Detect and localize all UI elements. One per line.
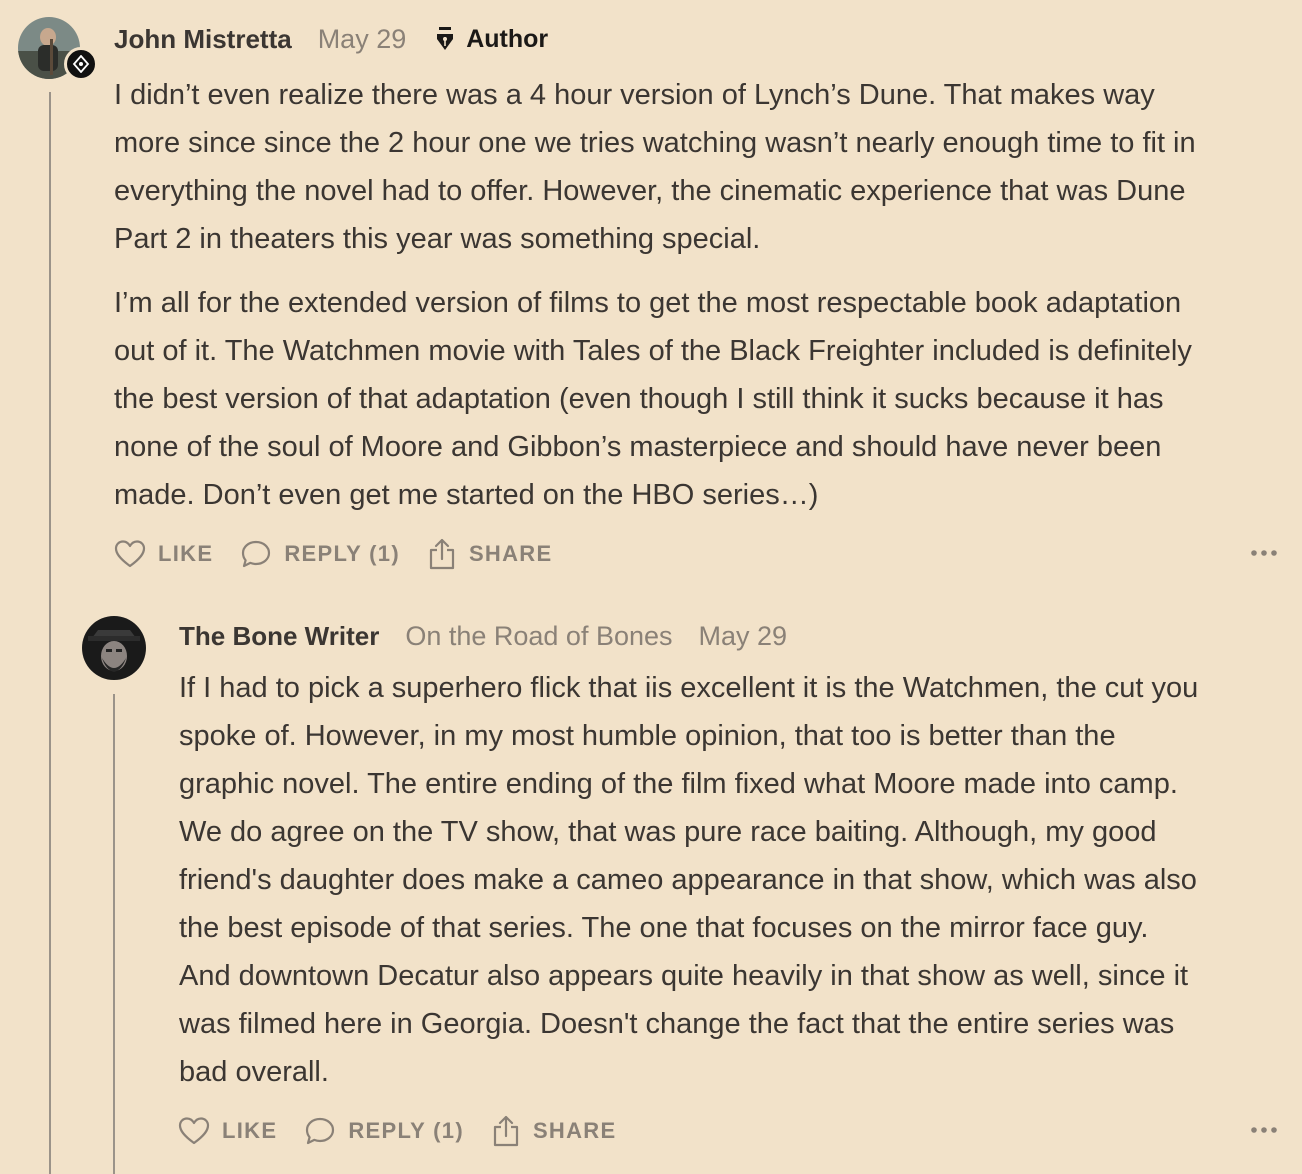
comment-date[interactable]: May 29 — [699, 621, 788, 652]
heart-icon — [178, 1117, 210, 1145]
comment-body: If I had to pick a superhero flick that … — [179, 664, 1198, 1096]
comment-line: friend's daughter does make a cameo appe… — [179, 864, 1197, 896]
share-label: SHARE — [468, 541, 553, 566]
like-label: LIKE — [158, 541, 214, 566]
comment-line: And downtown Decatur also appears quite … — [179, 960, 1189, 992]
reply-label: REPLY (1) — [348, 1118, 464, 1143]
like-button[interactable]: LIKE — [114, 539, 213, 569]
comment-line: none of the soul of Moore and Gibbon’s m… — [114, 431, 1162, 463]
more-dots-icon[interactable] — [1250, 1120, 1278, 1145]
comment-line: If I had to pick a superhero flick that … — [179, 672, 1199, 704]
like-button[interactable]: LIKE — [178, 1116, 277, 1146]
author-badge-label: Author — [466, 24, 549, 53]
comment-line: We do agree on the TV show, that was pur… — [179, 816, 1157, 848]
like-label: LIKE — [222, 1118, 278, 1143]
fountain-pen-nib-icon — [437, 27, 454, 50]
avatar[interactable] — [82, 616, 146, 680]
comment-line: was filmed here in Georgia. Doesn't chan… — [179, 1008, 1175, 1040]
comment-line: made. Don’t even get me started on the H… — [114, 479, 819, 511]
comment-line: more since since the 2 hour one we tries… — [114, 127, 1196, 159]
author-name[interactable]: John Mistretta — [114, 24, 292, 55]
author-badge-icon — [64, 47, 98, 81]
share-upload-icon — [429, 538, 455, 570]
share-upload-icon — [493, 1115, 519, 1147]
reply-label: REPLY (1) — [284, 541, 400, 566]
comment-line: out of it. The Watchmen movie with Tales… — [114, 335, 1192, 367]
comment-date[interactable]: May 29 — [318, 24, 407, 55]
author-badge: Author — [434, 25, 548, 54]
comment-line: graphic novel. The entire ending of the … — [179, 768, 1178, 800]
comment-line: the best episode of that series. The one… — [179, 912, 1149, 944]
share-button[interactable]: SHARE — [427, 538, 553, 570]
thread-line-main — [49, 92, 51, 1174]
author-name[interactable]: The Bone Writer — [179, 621, 379, 652]
share-label: SHARE — [532, 1118, 617, 1143]
more-dots-icon[interactable] — [1250, 543, 1278, 568]
comment-header: John Mistretta May 29 Author — [114, 18, 548, 60]
comment-line: Part 2 in theaters this year was somethi… — [114, 223, 761, 255]
reply-button[interactable]: REPLY (1) — [240, 539, 400, 569]
share-button[interactable]: SHARE — [491, 1115, 617, 1147]
comment-actions: LIKE REPLY (1) SHARE — [178, 1111, 643, 1151]
thread-line-reply — [113, 694, 115, 1174]
comment-line: the best version of that adaptation (eve… — [114, 383, 1164, 415]
comment-header: The Bone Writer On the Road of Bones May… — [179, 615, 787, 657]
comment-actions: LIKE REPLY (1) SHARE — [114, 534, 579, 574]
heart-icon — [114, 540, 146, 568]
reply-button[interactable]: REPLY (1) — [304, 1116, 464, 1146]
publication-name[interactable]: On the Road of Bones — [405, 621, 672, 652]
speech-bubble-icon — [242, 540, 271, 568]
comment-line: everything the novel had to offer. Howev… — [114, 175, 1186, 207]
comment-line: I’m all for the extended version of film… — [114, 287, 1182, 319]
comment-body: I didn’t even realize there was a 4 hour… — [114, 71, 1196, 519]
comment-line: bad overall. — [179, 1056, 329, 1088]
comment-line: I didn’t even realize there was a 4 hour… — [114, 79, 1155, 111]
speech-bubble-icon — [306, 1117, 335, 1145]
comment-line: spoke of. However, in my most humble opi… — [179, 720, 1116, 752]
